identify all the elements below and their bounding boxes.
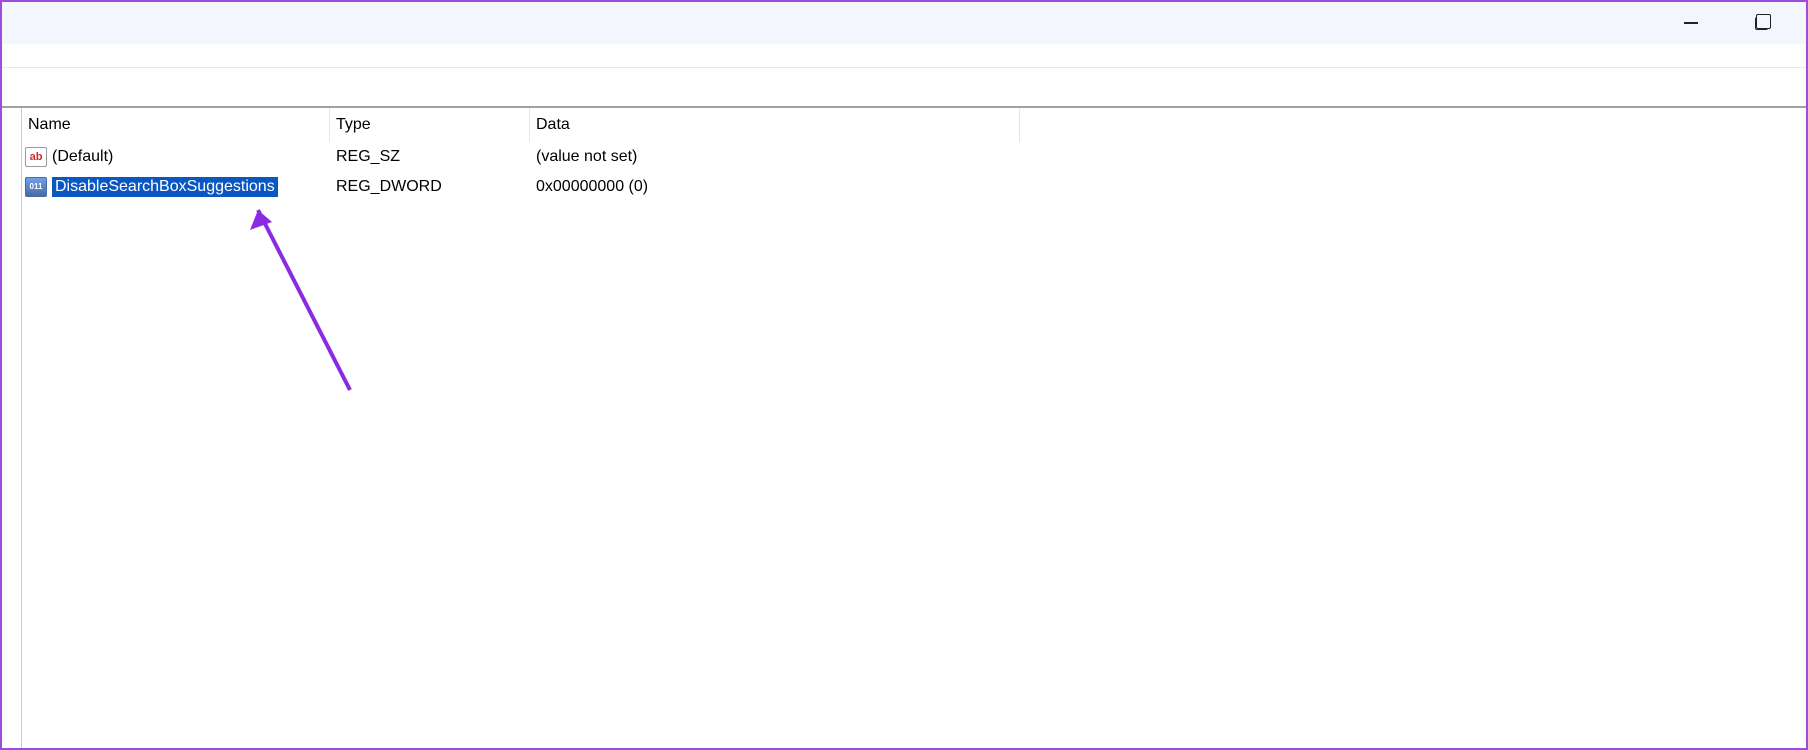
table-row[interactable]: 011DisableSearchBoxSuggestions REG_DWORD0… xyxy=(22,172,1806,202)
table-row[interactable]: ab(Default) REG_SZ(value not set) xyxy=(22,142,1806,172)
column-headers: Name Type Data xyxy=(22,108,1806,142)
registry-list-view[interactable]: Name Type Data ab(Default) REG_SZ(value n… xyxy=(22,108,1806,748)
minimize-icon xyxy=(1684,22,1698,24)
value-name: DisableSearchBoxSuggestions xyxy=(52,177,278,197)
restore-icon xyxy=(1755,17,1768,30)
maximize-button[interactable] xyxy=(1726,3,1796,43)
column-header-data[interactable]: Data xyxy=(530,108,1020,142)
rows-container: ab(Default) REG_SZ(value not set) 011Disab… xyxy=(22,142,1806,202)
value-type: REG_DWORD xyxy=(330,178,530,196)
dword-value-icon: 011 xyxy=(24,176,48,198)
column-header-type[interactable]: Type xyxy=(330,108,530,142)
string-value-icon: ab xyxy=(24,146,48,168)
value-name: (Default) xyxy=(52,148,113,166)
tree-panel-sliver[interactable] xyxy=(2,108,22,748)
value-type: REG_SZ xyxy=(330,148,530,166)
value-data: 0x00000000 (0) xyxy=(530,178,1020,196)
address-bar-area xyxy=(2,68,1806,106)
menubar xyxy=(2,44,1806,68)
minimize-button[interactable] xyxy=(1656,3,1726,43)
value-data: (value not set) xyxy=(530,148,1020,166)
column-header-name[interactable]: Name xyxy=(22,108,330,142)
titlebar xyxy=(2,2,1806,44)
